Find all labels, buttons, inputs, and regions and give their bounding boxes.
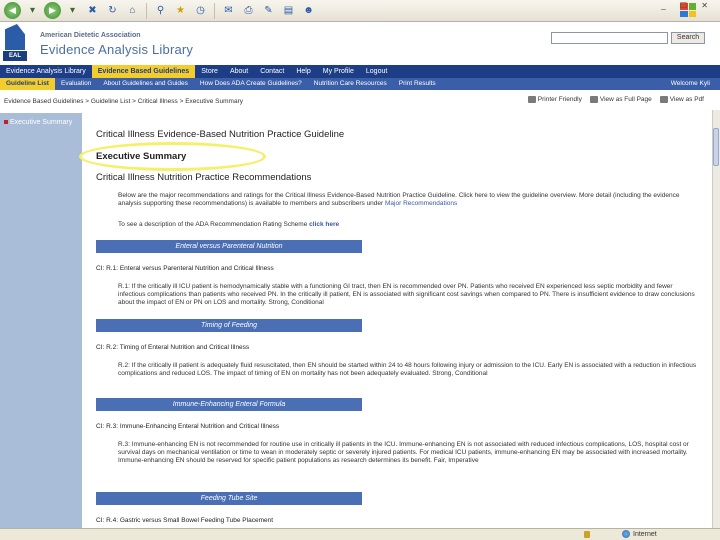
nav-logout[interactable]: Logout <box>360 65 393 78</box>
stop-icon[interactable]: ✖ <box>84 2 101 19</box>
lock-icon <box>584 531 590 538</box>
page-tools: Printer Friendly View as Full Page View … <box>527 96 704 103</box>
subnav-evaluation[interactable]: Evaluation <box>55 78 97 90</box>
logo-text: EAL <box>3 51 27 61</box>
search-input[interactable] <box>551 32 668 44</box>
printer-icon <box>527 96 536 103</box>
forward-icon[interactable]: ▶ <box>44 2 61 19</box>
section-bar-timing-of-feeding[interactable]: Timing of Feeding <box>96 319 362 332</box>
toolbar-divider <box>214 2 215 19</box>
section-bar-enteral-parenteral[interactable]: Enteral versus Parenteral Nutrition <box>96 240 362 253</box>
org-name: American Dietetic Association <box>40 32 141 39</box>
rec-body: R.3: Immune-enhancing EN is not recommen… <box>118 441 689 464</box>
sidebar: Executive Summary <box>0 113 82 528</box>
toolbar-divider <box>146 2 147 19</box>
full-page-link[interactable]: View as Full Page <box>589 96 652 103</box>
chevron-down-icon[interactable]: ▾ <box>64 2 81 19</box>
subnav-how-create[interactable]: How Does ADA Create Guidelines? <box>194 78 308 90</box>
browser-toolbar: ◀ ▾ ▶ ▾ ✖ ↻ ⌂ ⚲ ★ ◷ ✉ ⎙ ✎ ▤ ☻ _ ☐ ✕ <box>0 0 720 22</box>
full-page-label: View as Full Page <box>599 96 652 103</box>
security-zone: Internet <box>622 530 657 538</box>
subnav-nutrition-care-resources[interactable]: Nutrition Care Resources <box>308 78 393 90</box>
subnav-print-results[interactable]: Print Results <box>393 78 442 90</box>
printer-friendly-label: Printer Friendly <box>537 96 582 103</box>
mail-icon[interactable]: ✉ <box>220 2 237 19</box>
nav-help[interactable]: Help <box>290 65 316 78</box>
executive-summary-heading: Executive Summary <box>96 151 187 162</box>
rating-scheme-link[interactable]: click here <box>309 221 339 228</box>
nav-evidence-analysis-library[interactable]: Evidence Analysis Library <box>0 65 92 78</box>
edit-icon[interactable]: ✎ <box>260 2 277 19</box>
rec-heading: CI: R.2: Timing of Enteral Nutrition and… <box>96 344 250 351</box>
rec-body: R.2: If the critically ill patient is ad… <box>118 362 697 377</box>
rec-heading: CI: R.1: Enteral versus Parenteral Nutri… <box>96 265 274 272</box>
nav-evidence-based-guidelines[interactable]: Evidence Based Guidelines <box>91 65 196 78</box>
full-page-icon <box>589 96 598 103</box>
zone-label: Internet <box>633 530 657 538</box>
window-controls[interactable]: _ ☐ ✕ <box>661 1 714 10</box>
messenger-icon[interactable]: ☻ <box>300 2 317 19</box>
home-icon[interactable]: ⌂ <box>124 2 141 19</box>
rating-scheme-text: To see a description of the ADA Recommen… <box>118 221 308 228</box>
recommendations-title: Critical Illness Nutrition Practice Reco… <box>96 172 312 183</box>
back-icon[interactable]: ◀ <box>4 2 21 19</box>
rec-heading: CI: R.3: Immune-Enhancing Enteral Nutrit… <box>96 423 280 430</box>
search-icon[interactable]: ⚲ <box>152 2 169 19</box>
rating-scheme-line: To see a description of the ADA Recommen… <box>118 221 339 228</box>
view-pdf-link[interactable]: View as Pdf <box>659 96 704 103</box>
section-bar-feeding-tube-site[interactable]: Feeding Tube Site <box>96 492 362 505</box>
history-icon[interactable]: ◷ <box>192 2 209 19</box>
view-pdf-label: View as Pdf <box>669 96 704 103</box>
scrollbar-thumb[interactable] <box>713 128 719 166</box>
discuss-icon[interactable]: ▤ <box>280 2 297 19</box>
sub-nav: Guideline List Evaluation About Guidelin… <box>0 78 720 90</box>
chevron-down-icon[interactable]: ▾ <box>24 2 41 19</box>
site-header: EAL American Dietetic Association Eviden… <box>0 22 720 64</box>
globe-icon <box>622 530 630 538</box>
logo-shape <box>5 24 25 50</box>
nav-store[interactable]: Store <box>195 65 224 78</box>
favorites-icon[interactable]: ★ <box>172 2 189 19</box>
main-nav: Evidence Analysis Library Evidence Based… <box>0 65 720 78</box>
subnav-about-guidelines[interactable]: About Guidelines and Guides <box>97 78 194 90</box>
nav-about[interactable]: About <box>224 65 254 78</box>
sidebar-item-label: Executive Summary <box>10 119 73 126</box>
nav-contact[interactable]: Contact <box>254 65 290 78</box>
pdf-icon <box>659 96 668 103</box>
bullet-icon <box>4 120 8 125</box>
intro-text: Below are the major recommendations and … <box>118 192 698 208</box>
search-button[interactable]: Search <box>671 32 705 44</box>
rec-heading: CI: R.4: Gastric versus Small Bowel Feed… <box>96 517 274 524</box>
breadcrumb-row: Evidence Based Guidelines > Guideline Li… <box>0 94 712 108</box>
page-title: Critical Illness Evidence-Based Nutritio… <box>96 129 345 140</box>
sidebar-item-executive-summary[interactable]: Executive Summary <box>4 118 72 127</box>
breadcrumb[interactable]: Evidence Based Guidelines > Guideline Li… <box>0 98 243 105</box>
rec-body: R.1: If the critically ill ICU patient i… <box>118 283 695 306</box>
status-bar: Internet <box>0 528 720 540</box>
nav-my-profile[interactable]: My Profile <box>317 65 360 78</box>
section-bar-immune-enhancing[interactable]: Immune-Enhancing Enteral Formula <box>96 398 362 411</box>
print-icon[interactable]: ⎙ <box>240 2 257 19</box>
scrollbar-track[interactable] <box>712 110 720 530</box>
eal-logo[interactable]: EAL <box>3 24 27 62</box>
welcome-text: Welcome Kyli <box>670 80 710 87</box>
major-recommendations-link[interactable]: Major Recommendations <box>385 200 457 207</box>
refresh-icon[interactable]: ↻ <box>104 2 121 19</box>
printer-friendly-link[interactable]: Printer Friendly <box>527 96 582 103</box>
library-name: Evidence Analysis Library <box>40 42 194 57</box>
subnav-guideline-list[interactable]: Guideline List <box>0 78 55 90</box>
